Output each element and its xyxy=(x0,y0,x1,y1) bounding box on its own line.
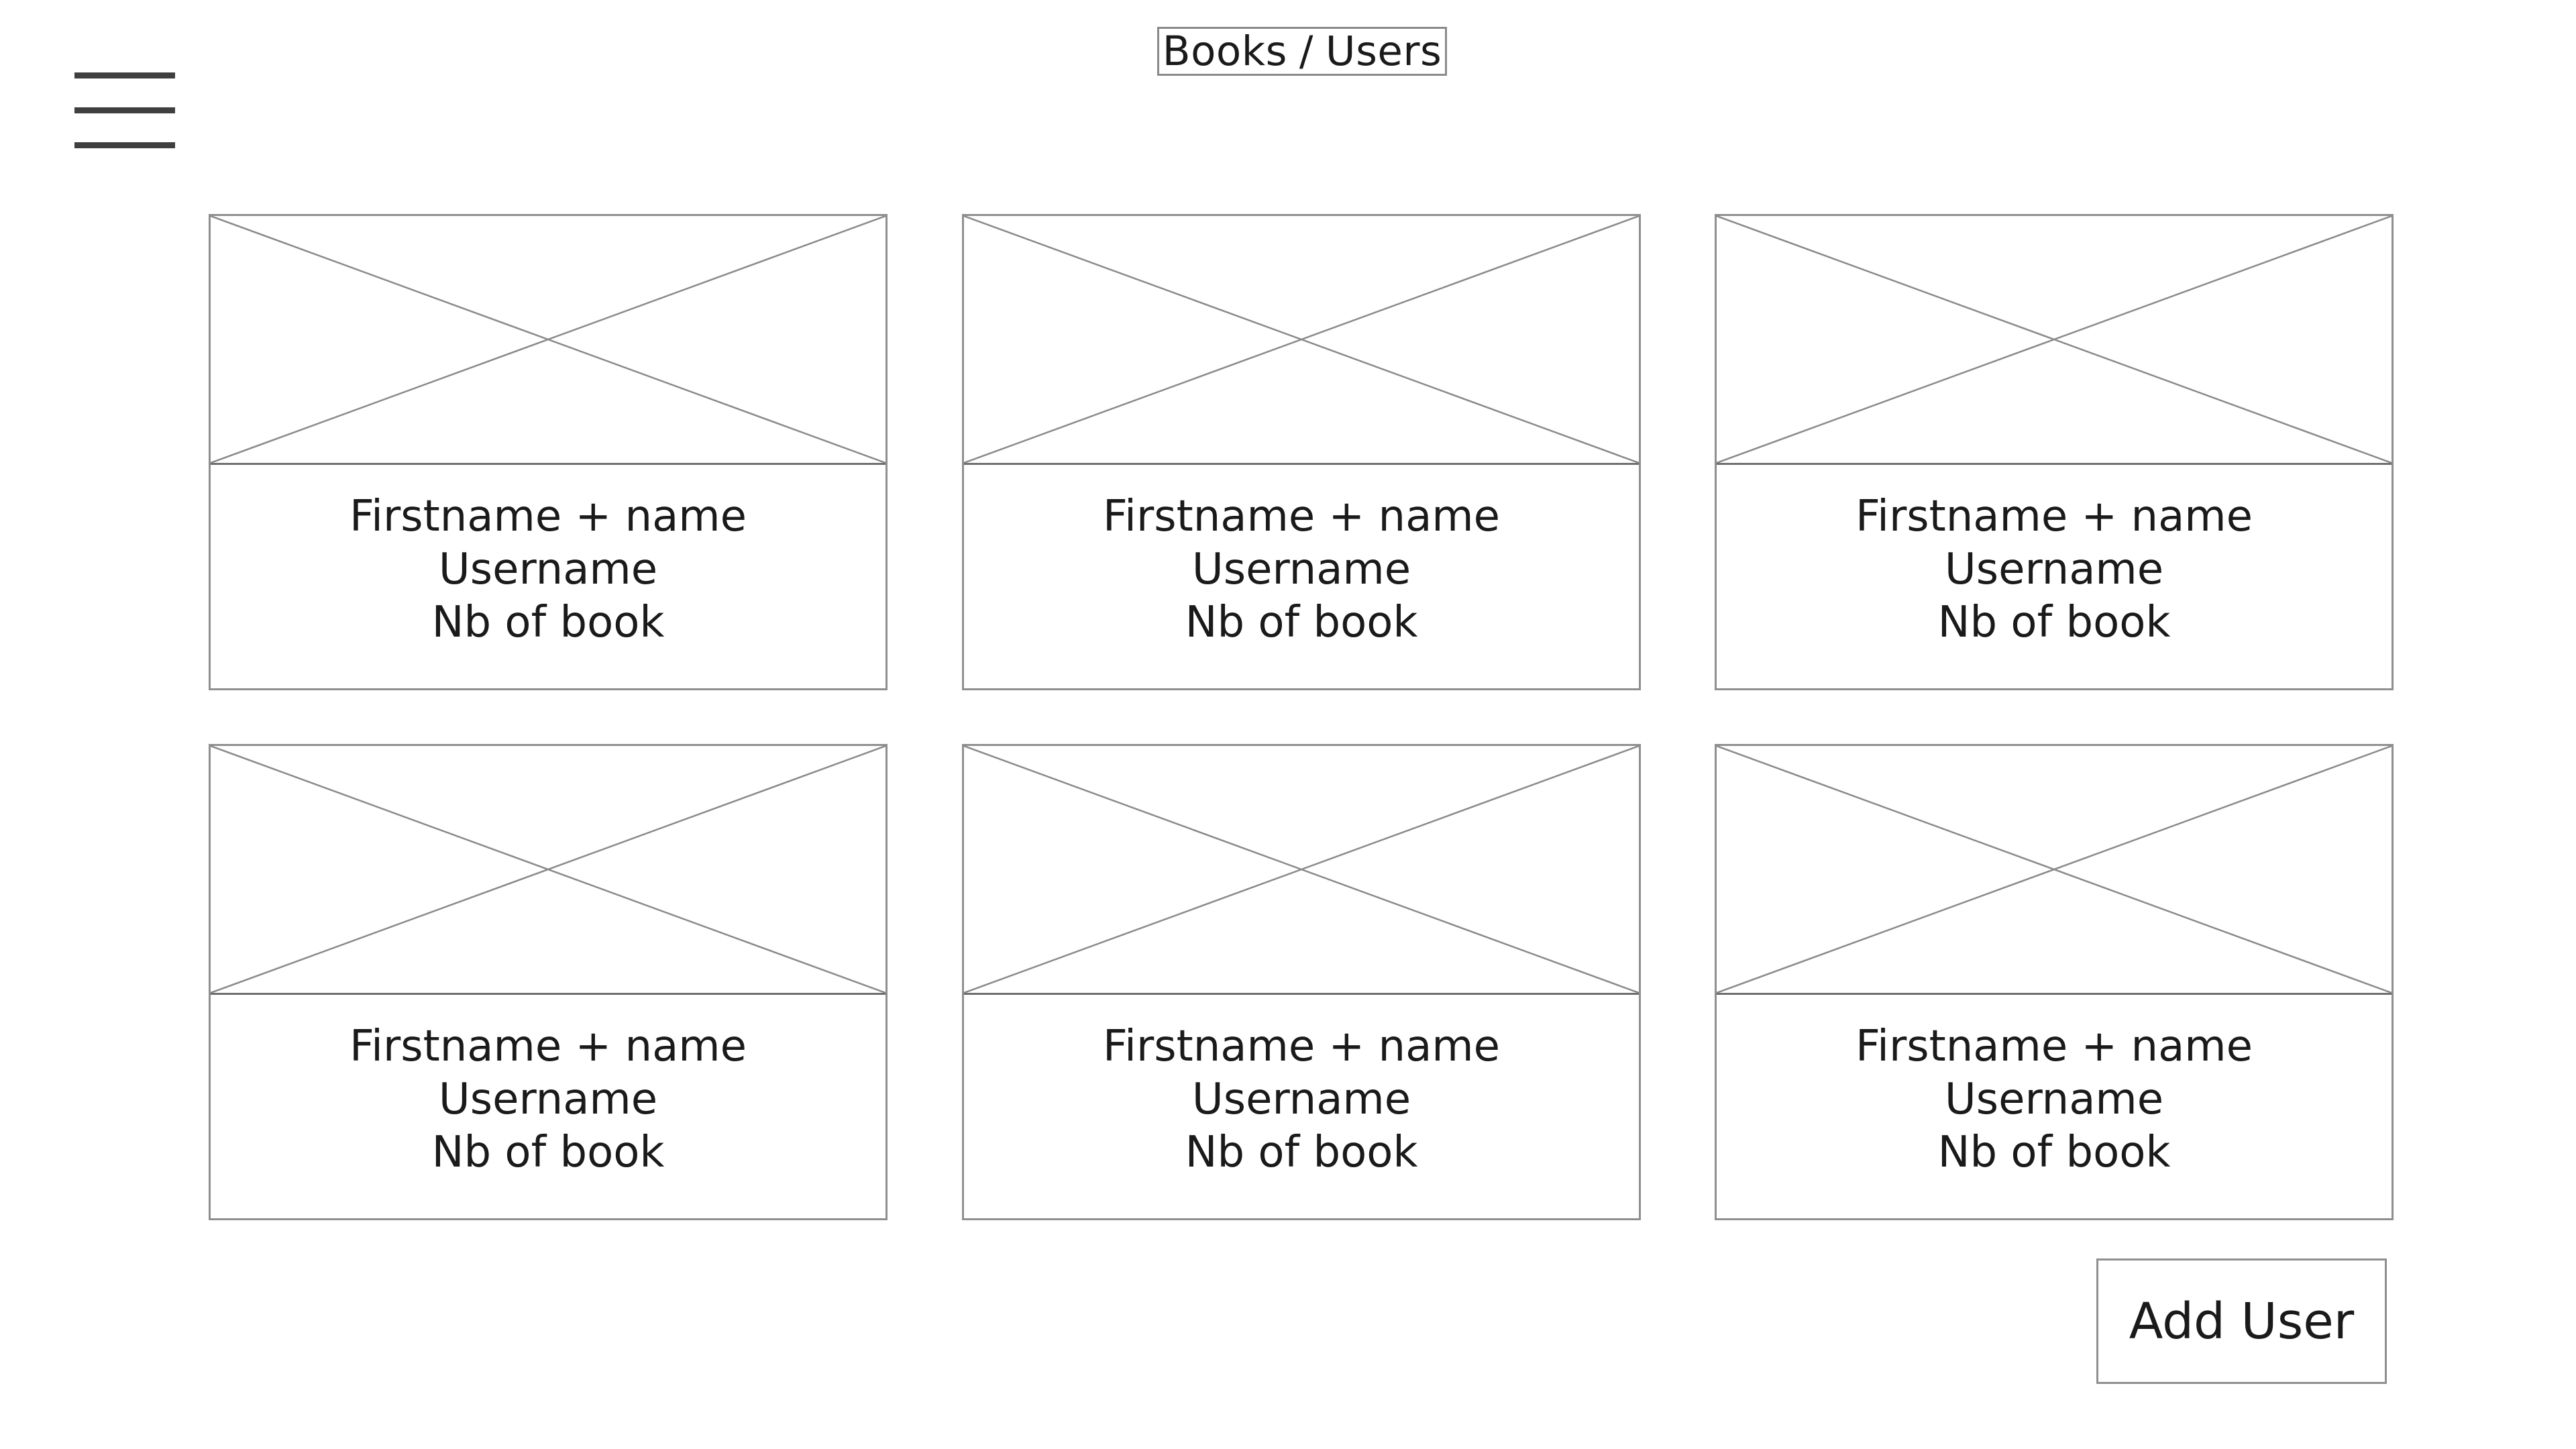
user-card[interactable]: Firstname + name Username Nb of book xyxy=(1715,744,2394,1220)
user-username: Username xyxy=(1191,545,1411,594)
menu-button[interactable] xyxy=(70,67,178,154)
user-book-count: Nb of book xyxy=(1185,598,1418,647)
user-card-info: Firstname + name Username Nb of book xyxy=(211,995,885,1218)
image-placeholder-icon xyxy=(1717,746,2392,995)
user-fullname: Firstname + name xyxy=(1856,1022,2253,1071)
user-fullname: Firstname + name xyxy=(350,1022,747,1071)
user-card[interactable]: Firstname + name Username Nb of book xyxy=(962,214,1641,690)
user-card[interactable]: Firstname + name Username Nb of book xyxy=(1715,214,2394,690)
user-card-info: Firstname + name Username Nb of book xyxy=(1717,995,2392,1218)
user-fullname: Firstname + name xyxy=(350,492,747,541)
user-book-count: Nb of book xyxy=(431,1128,665,1177)
image-placeholder-icon xyxy=(211,216,885,465)
user-card-info: Firstname + name Username Nb of book xyxy=(964,465,1639,688)
user-card[interactable]: Firstname + name Username Nb of book xyxy=(209,214,888,690)
image-placeholder-icon xyxy=(1717,216,2392,465)
user-card-info: Firstname + name Username Nb of book xyxy=(211,465,885,688)
user-username: Username xyxy=(438,1075,658,1124)
user-book-count: Nb of book xyxy=(1937,598,2171,647)
nav-separator: / xyxy=(1299,28,1313,75)
nav-link-books[interactable]: Books xyxy=(1163,28,1287,75)
user-card[interactable]: Firstname + name Username Nb of book xyxy=(962,744,1641,1220)
user-book-count: Nb of book xyxy=(431,598,665,647)
user-username: Username xyxy=(1944,545,2164,594)
user-fullname: Firstname + name xyxy=(1103,1022,1500,1071)
user-fullname: Firstname + name xyxy=(1103,492,1500,541)
user-card[interactable]: Firstname + name Username Nb of book xyxy=(209,744,888,1220)
image-placeholder-icon xyxy=(211,746,885,995)
image-placeholder-icon xyxy=(964,746,1639,995)
breadcrumb-nav: Books / Users xyxy=(1157,27,1447,76)
user-book-count: Nb of book xyxy=(1937,1128,2171,1177)
user-username: Username xyxy=(1191,1075,1411,1124)
user-card-info: Firstname + name Username Nb of book xyxy=(964,995,1639,1218)
user-username: Username xyxy=(1944,1075,2164,1124)
image-placeholder-icon xyxy=(964,216,1639,465)
user-card-info: Firstname + name Username Nb of book xyxy=(1717,465,2392,688)
add-user-button[interactable]: Add User xyxy=(2096,1258,2387,1384)
user-fullname: Firstname + name xyxy=(1856,492,2253,541)
user-book-count: Nb of book xyxy=(1185,1128,1418,1177)
nav-link-users[interactable]: Users xyxy=(1326,28,1442,75)
user-username: Username xyxy=(438,545,658,594)
